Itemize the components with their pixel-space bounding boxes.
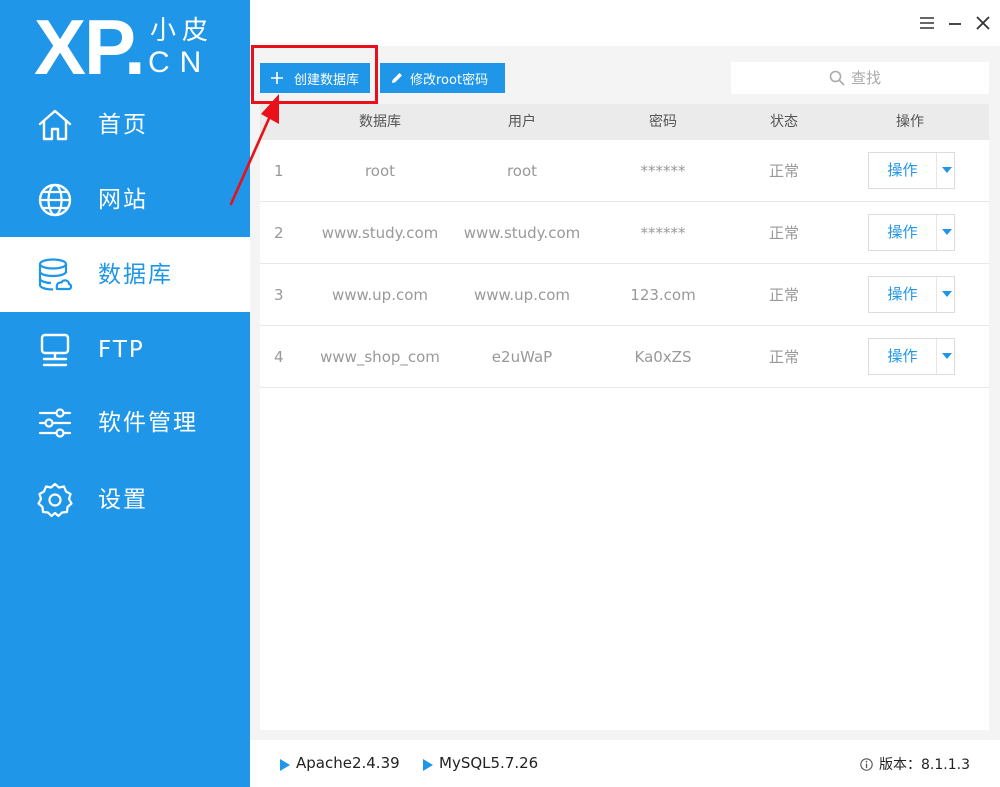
change-root-password-label: 修改root密码 [410,72,489,88]
action-label[interactable]: 操作 [869,339,937,374]
menu-icon[interactable] [918,14,936,32]
cell-database: root [364,162,396,180]
caret-down-icon[interactable] [937,215,954,250]
create-database-label: 创建数据库 [294,72,360,88]
action-label[interactable]: 操作 [869,277,937,312]
caret-down-icon[interactable] [937,277,954,312]
cell-password: Ka0xZS [634,348,692,366]
logo-cn: CN [148,46,212,79]
caret-down-icon[interactable] [937,339,954,374]
app-logo: XP. 小皮 CN [34,3,224,91]
sidebar-item-label: 网站 [98,186,148,213]
logo-xiaopi: 小皮 [150,16,215,46]
action-label[interactable]: 操作 [869,153,937,188]
monitor-icon [36,331,74,369]
cell-user: www.study.com [463,224,581,242]
cell-status: 正常 [768,162,799,180]
plus-icon [270,71,284,85]
gear-icon [36,481,74,519]
action-dropdown-button[interactable]: 操作 [868,214,955,251]
main-panel: 创建数据库 修改root密码 数据库 用户 密码 状态 操作 1 root ro… [250,0,1000,787]
row-index: 3 [274,286,284,304]
mysql-version: MySQL5.7.26 [439,754,539,772]
sidebar-item-label: 数据库 [98,261,173,288]
column-header-database: 数据库 [359,114,401,130]
minimize-icon[interactable] [946,14,964,32]
search-icon [829,70,845,86]
cell-database: www_shop_com [320,348,440,366]
table-header: 数据库 用户 密码 状态 操作 [260,104,989,140]
cell-password: 123.com [630,286,696,304]
cell-password: ****** [640,224,686,242]
logo-xp: XP. [34,3,146,91]
create-database-button[interactable]: 创建数据库 [260,63,370,93]
sidebar-item-label: FTP [98,336,145,363]
info-icon [860,757,873,771]
row-index: 2 [274,224,284,242]
column-header-status: 状态 [770,114,798,130]
action-dropdown-button[interactable]: 操作 [868,276,955,313]
action-dropdown-button[interactable]: 操作 [868,338,955,375]
sidebar-item-website[interactable]: 网站 [0,162,250,237]
sidebar: XP. 小皮 CN 首页 网站 数据库 FTP 软件管理 设置 [0,0,250,787]
cell-password: ****** [640,162,686,180]
version-label: 版本：8.1.1.3 [879,757,970,773]
sidebar-item-software[interactable]: 软件管理 [0,385,250,460]
table-row: 4 www_shop_com e2uWaP Ka0xZS 正常 操作 [260,326,989,388]
home-icon [36,106,74,144]
database-table: 数据库 用户 密码 状态 操作 1 root root ****** 正常 操作… [260,104,989,730]
table-row: 3 www.up.com www.up.com 123.com 正常 操作 [260,264,989,326]
search-box[interactable] [731,62,989,94]
play-icon [280,757,290,771]
search-input[interactable] [851,69,891,87]
change-root-password-button[interactable]: 修改root密码 [380,63,505,93]
play-icon [423,757,433,771]
sidebar-item-ftp[interactable]: FTP [0,312,250,387]
cell-status: 正常 [768,286,799,304]
globe-icon [36,181,74,219]
sidebar-item-label: 软件管理 [98,409,198,436]
action-label[interactable]: 操作 [869,215,937,250]
database-icon [36,256,74,294]
cell-user: www.up.com [473,286,571,304]
cell-status: 正常 [768,348,799,366]
sidebar-item-settings[interactable]: 设置 [0,462,250,537]
table-row: 1 root root ****** 正常 操作 [260,140,989,202]
titlebar [250,0,1000,46]
apache-status[interactable]: Apache2.4.39 [280,754,400,772]
mysql-status[interactable]: MySQL5.7.26 [423,754,538,772]
action-dropdown-button[interactable]: 操作 [868,152,955,189]
caret-down-icon[interactable] [937,153,954,188]
column-header-user: 用户 [508,114,536,130]
sidebar-item-home[interactable]: 首页 [0,87,250,162]
column-header-password: 密码 [649,114,677,130]
close-icon[interactable] [974,14,992,32]
cell-database: www.up.com [331,286,429,304]
cell-user: root [506,162,538,180]
cell-database: www.study.com [321,224,439,242]
column-header-action: 操作 [896,114,924,130]
sidebar-item-database[interactable]: 数据库 [0,237,250,312]
status-bar: Apache2.4.39 MySQL5.7.26 版本：8.1.1.3 [250,740,1000,787]
pencil-icon [390,71,404,85]
row-index: 4 [274,348,284,366]
sidebar-item-label: 首页 [98,111,148,138]
cell-status: 正常 [768,224,799,242]
cell-user: e2uWaP [491,348,553,366]
row-index: 1 [274,162,284,180]
table-row: 2 www.study.com www.study.com ****** 正常 … [260,202,989,264]
sidebar-item-label: 设置 [98,486,148,513]
sliders-icon [36,404,74,442]
app-version: 版本：8.1.1.3 [860,754,970,774]
apache-version: Apache2.4.39 [296,754,400,772]
